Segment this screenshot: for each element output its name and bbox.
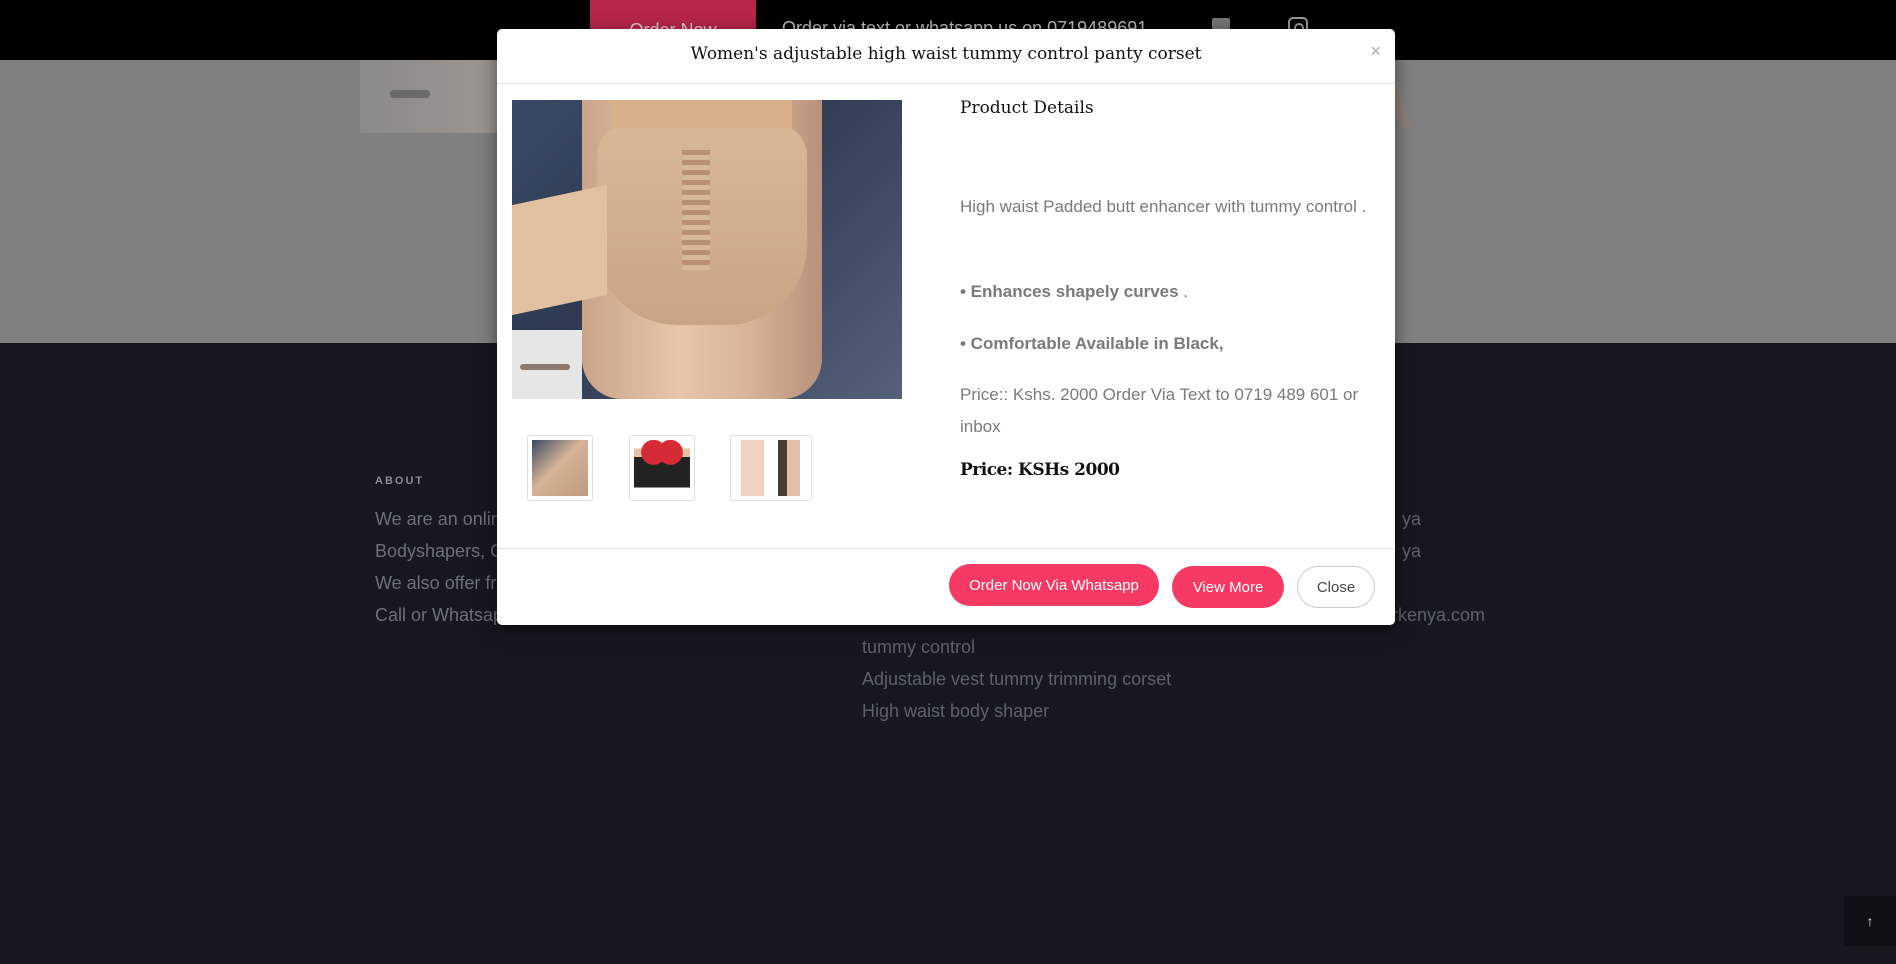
footer-link[interactable]: tummy control <box>862 637 975 658</box>
product-description: High waist Padded butt enhancer with tum… <box>960 197 1367 216</box>
product-feature: • Comfortable Available in Black, <box>960 334 1224 353</box>
product-thumbnail[interactable] <box>629 435 695 501</box>
footer-right-text: ya <box>1402 509 1422 529</box>
product-price-text: Price:: Kshs. 2000 Order Via Text to 071… <box>960 385 1359 436</box>
close-button[interactable]: Close <box>1297 566 1375 608</box>
product-thumbnail[interactable] <box>730 435 812 501</box>
product-price-label: Price: KSHs 2000 <box>960 460 1120 480</box>
feature-bold-text: • Enhances shapely curves <box>960 282 1179 301</box>
modal-header: Women's adjustable high waist tummy cont… <box>497 29 1395 84</box>
footer-about-heading: ABOUT <box>375 475 425 487</box>
footer-about-line: We are an onlin <box>375 509 501 529</box>
footer-right-text: rkenya.com <box>1392 605 1486 625</box>
product-main-image <box>512 100 902 399</box>
product-details-heading: Product Details <box>960 98 1094 118</box>
modal-title: Women's adjustable high waist tummy cont… <box>690 44 1202 64</box>
modal-footer: Order Now Via Whatsapp View More Close <box>497 548 1395 625</box>
product-thumbnail[interactable] <box>527 435 593 501</box>
footer-link[interactable]: High waist body shaper <box>862 701 1049 722</box>
product-feature: • Enhances shapely curves . <box>960 276 1370 308</box>
order-whatsapp-button[interactable]: Order Now Via Whatsapp <box>949 564 1159 606</box>
footer-about-line: Bodyshapers, C <box>375 541 504 561</box>
footer-link[interactable]: Adjustable vest tummy trimming corset <box>862 669 1171 690</box>
view-more-button[interactable]: View More <box>1172 566 1284 608</box>
background-product-image <box>360 60 500 133</box>
footer-about-line: We also offer fr <box>375 573 497 593</box>
close-icon[interactable]: × <box>1370 41 1381 62</box>
footer-right-text: ya <box>1402 541 1422 561</box>
product-modal: Women's adjustable high waist tummy cont… <box>497 29 1395 625</box>
footer-about-line: Call or Whatsap <box>375 605 504 625</box>
feature-suffix: . <box>1178 282 1189 301</box>
back-to-top-button[interactable]: ↑ <box>1844 896 1896 946</box>
